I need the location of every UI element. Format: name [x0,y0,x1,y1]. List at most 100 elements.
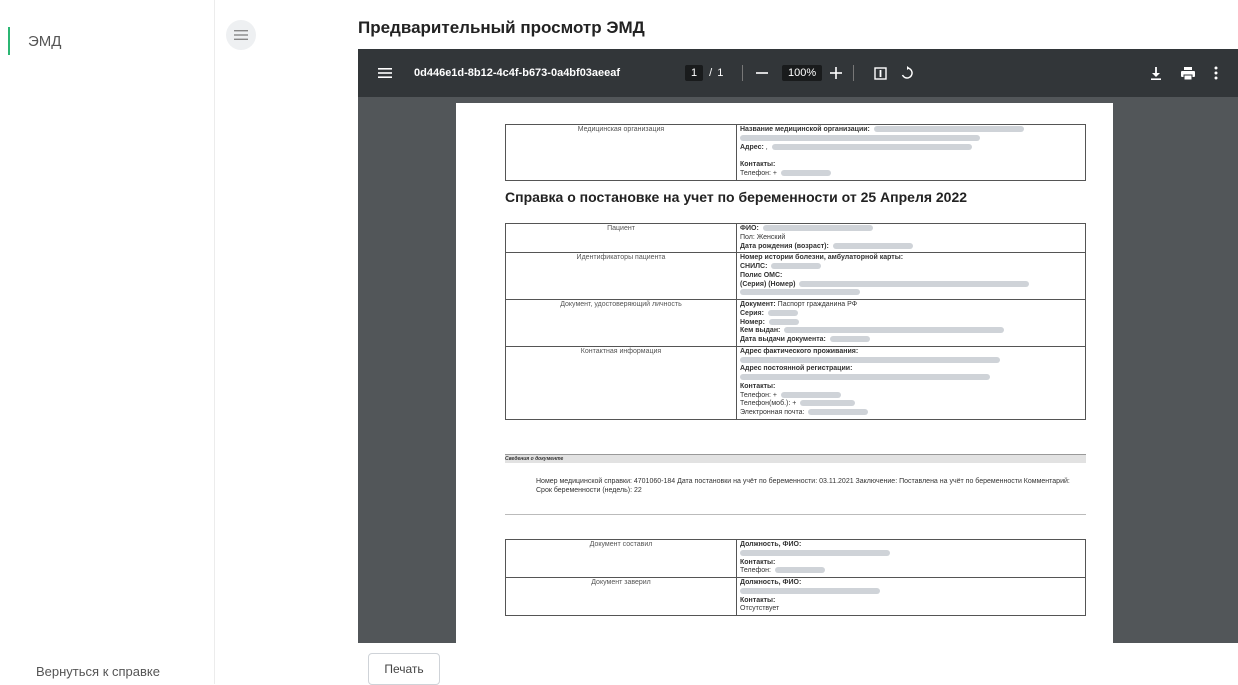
page-number-input[interactable]: 1 [685,65,704,81]
active-indicator [8,27,10,55]
identity-label: Документ, удостоверяющий личность [505,299,737,347]
author-phone-label: Телефон: [740,567,771,575]
redacted-text [740,134,980,141]
dob-label: Дата рождения (возраст): [740,242,829,250]
pdf-page: Медицинская организация Название медицин… [456,103,1113,643]
download-icon [1151,66,1161,80]
info-heading: Сведения о документе [505,454,1086,463]
redacted-text [829,336,870,343]
redacted-text [771,143,972,150]
sidebar: ЭМД Вернуться к справке [0,0,215,684]
doc-type-label: Документ: [740,301,776,308]
signatures-table: Документ составил Должность, ФИО: Контак… [505,539,1086,616]
redacted-text [740,356,1000,363]
table-row: Документ заверил Должность, ФИО: Контакт… [505,577,1086,616]
download-button[interactable] [1150,49,1162,97]
redacted-text [784,327,1005,334]
viewer-scrollbar[interactable] [1228,97,1238,643]
table-row: Пациент ФИО: Пол: Женский Дата рождения … [505,222,1086,254]
more-options-button[interactable] [1214,49,1218,97]
print-icon [1181,66,1195,80]
menu-icon [234,30,248,40]
history-label: Номер истории болезни, амбулаторной карт… [740,254,904,262]
issued-by-label: Кем выдан: [740,327,781,335]
org-address-value: , [765,143,768,151]
document-title: Справка о постановке на учет по беременн… [505,189,968,205]
org-table: Медицинская организация Название медицин… [505,124,1086,181]
redacted-text [832,242,913,249]
contact-mobile-label: Телефон(моб.): + [740,400,797,408]
sidebar-item-label: ЭМД [28,32,62,50]
redacted-text [800,400,856,407]
redacted-text [740,289,860,296]
rotate-icon [901,66,913,79]
back-to-certificate-link[interactable]: Вернуться к справке [36,664,160,679]
snils-label: СНИЛС: [740,263,768,270]
verifier-contacts-value: Отсутствует [740,605,780,613]
print-button[interactable]: Печать [368,653,440,685]
pdf-toolbar: 0d446e1d-8b12-4c4f-b673-0a4bf03aeeaf 1 /… [358,49,1238,97]
org-label: Медицинская организация [505,124,737,181]
pdf-viewer[interactable]: 0d446e1d-8b12-4c4f-b673-0a4bf03aeeaf 1 /… [358,49,1238,643]
redacted-text [774,567,825,574]
table-row: Идентификаторы пациента Номер истории бо… [505,252,1086,300]
table-row: Документ составил Должность, ФИО: Контак… [505,539,1086,578]
org-phone-label: Телефон: + [740,169,778,177]
toolbar-divider [853,65,854,81]
table-row: Документ, удостоверяющий личность Докуме… [505,299,1086,347]
page-total: 1 [717,67,724,79]
author-label: Документ составил [505,539,737,578]
redacted-text [740,587,880,594]
fit-page-icon [874,66,887,80]
org-cell: Название медицинской организации: Адрес:… [736,124,1086,181]
sidebar-toggle-button[interactable] [378,49,392,97]
contact-label: Контактная информация [505,345,737,420]
verifier-label: Документ заверил [505,577,737,616]
sex-label: Пол: [740,233,755,241]
print-pdf-button[interactable] [1181,49,1195,97]
zoom-input[interactable]: 100% [782,65,823,81]
menu-icon [378,68,392,78]
oms-series-label: (Серия) (Номер) [740,280,796,288]
redacted-text [771,263,822,270]
divider [505,514,1086,515]
doc-type-value: Паспорт гражданина РФ [777,301,858,308]
org-address-label: Адрес: [740,143,764,151]
doc-series-label: Серия: [740,309,764,317]
redacted-text [799,280,1030,287]
fit-page-button[interactable] [874,49,887,97]
sex-value: Женский [756,233,786,241]
file-name: 0d446e1d-8b12-4c4f-b673-0a4bf03aeeaf [414,67,621,79]
zoom-out-icon [756,72,768,74]
patient-label: Пациент [505,222,737,254]
more-vert-icon [1214,66,1218,80]
redacted-text [768,318,799,325]
page-separator: / [709,67,713,79]
zoom-in-button[interactable] [830,49,842,97]
menu-toggle-button[interactable] [226,20,256,50]
contact-phone-label: Телефон: + [740,391,778,399]
redacted-text [781,391,842,398]
redacted-text [808,409,869,416]
ids-label: Идентификаторы пациента [505,252,737,300]
zoom-in-icon [830,67,842,79]
patient-table: Пациент ФИО: Пол: Женский Дата рождения … [505,222,1086,420]
org-contacts-label: Контакты: [740,161,776,168]
zoom-out-button[interactable] [756,49,768,97]
verifier-contacts-label: Контакты: [740,596,776,604]
doc-number-label: Номер: [740,318,765,326]
contact-email-label: Электронная почта: [740,409,805,416]
info-text: Номер медицинской справки: 4701060-184 Д… [536,478,1070,495]
rotate-button[interactable] [900,49,914,97]
toolbar-divider [742,65,743,81]
redacted-text [873,126,1024,133]
sidebar-item-emd[interactable]: ЭМД [8,26,61,56]
verifier-position-label: Должность, ФИО: [740,579,802,586]
author-contacts-label: Контакты: [740,558,776,566]
redacted-text [740,549,890,556]
fio-label: ФИО: [740,225,759,232]
org-name-label: Название медицинской организации: [740,126,870,133]
actual-address-label: Адрес фактического проживания: [740,347,859,355]
contact-contacts-label: Контакты: [740,382,776,390]
issue-date-label: Дата выдачи документа: [740,336,826,343]
